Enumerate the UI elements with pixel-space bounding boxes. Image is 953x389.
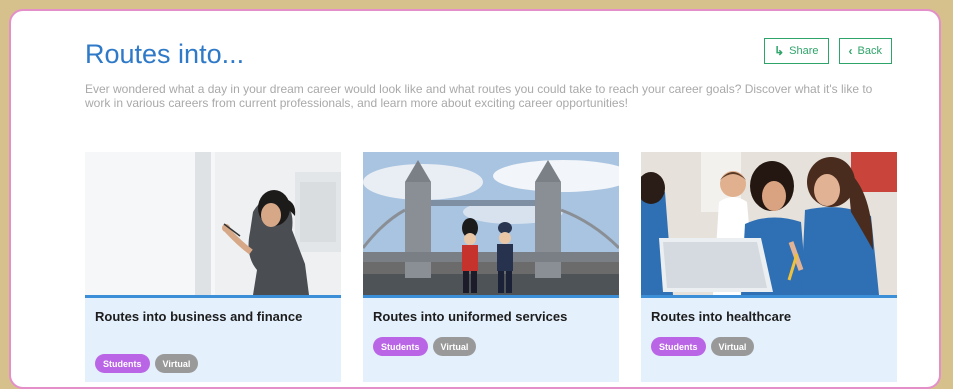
tag-students: Students xyxy=(651,337,706,356)
tag-students: Students xyxy=(95,354,150,373)
intro-text: Ever wondered what a day in your dream c… xyxy=(85,82,873,110)
card-title: Routes into healthcare xyxy=(651,309,792,324)
chevron-left-icon: ‹ xyxy=(848,44,853,58)
share-button[interactable]: ↳ Share xyxy=(764,38,829,64)
card-image-business xyxy=(85,152,341,298)
tag-virtual: Virtual xyxy=(710,337,755,356)
card-uniformed-services[interactable]: Routes into uniformed services Students … xyxy=(363,152,619,382)
tag-virtual: Virtual xyxy=(432,337,477,356)
header-actions: ↳ Share ‹ Back xyxy=(764,38,892,64)
page-title: Routes into... xyxy=(85,39,245,69)
card-tags: Students Virtual xyxy=(651,337,755,356)
tag-students: Students xyxy=(373,337,428,356)
share-button-label: Share xyxy=(789,45,819,57)
card-title: Routes into business and finance xyxy=(95,309,303,324)
share-arrow-icon: ↳ xyxy=(774,44,785,58)
card-title: Routes into uniformed services xyxy=(373,309,568,324)
back-button[interactable]: ‹ Back xyxy=(838,38,892,64)
card-tags: Students Virtual xyxy=(95,354,199,373)
card-image-healthcare xyxy=(641,152,897,298)
back-button-label: Back xyxy=(857,45,882,57)
card-tags: Students Virtual xyxy=(373,337,477,356)
card-image-uniformed xyxy=(363,152,619,298)
tag-virtual: Virtual xyxy=(154,354,199,373)
card-list: Routes into business and finance Student… xyxy=(85,152,897,382)
card-healthcare[interactable]: Routes into healthcare Students Virtual xyxy=(641,152,897,382)
page-frame: Routes into... ↳ Share ‹ Back Ever wonde… xyxy=(9,9,941,389)
card-business-finance[interactable]: Routes into business and finance Student… xyxy=(85,152,341,382)
